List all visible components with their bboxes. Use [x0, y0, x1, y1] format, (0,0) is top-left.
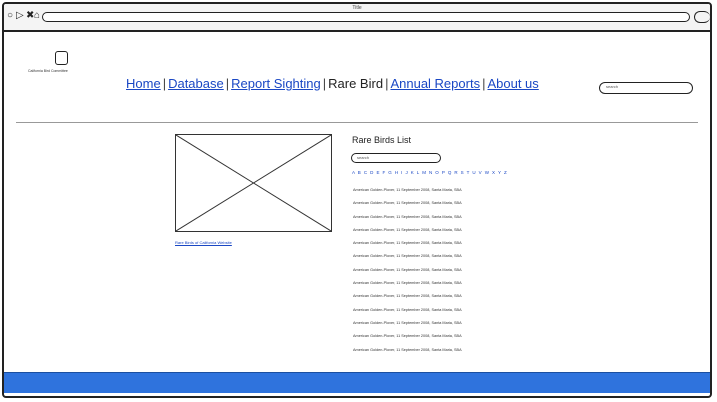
list-item[interactable]: American Golden-Plover, 11 September 200… [353, 320, 462, 333]
header-search-placeholder: search [606, 84, 619, 89]
nav-report-sighting[interactable]: Report Sighting [231, 76, 321, 91]
header-search-input[interactable]: search [599, 82, 693, 94]
list-item[interactable]: American Golden-Plover, 11 September 200… [353, 240, 462, 253]
list-item[interactable]: American Golden-Plover, 11 September 200… [353, 253, 462, 266]
list-search-placeholder: search [357, 155, 370, 160]
logo-text: California Bird Committee [28, 69, 68, 73]
list-item[interactable]: American Golden-Plover, 11 September 200… [353, 280, 462, 293]
nav-about-us[interactable]: About us [487, 76, 538, 91]
footer-bar [4, 372, 710, 393]
browser-window: Title ○ ▷ ✖ ⌂ California Bird Committee … [2, 2, 712, 398]
list-title: Rare Birds List [352, 135, 412, 145]
nav-rare-bird[interactable]: Rare Bird [328, 76, 383, 91]
search-bar-edge[interactable] [694, 11, 710, 23]
list-item[interactable]: American Golden-Plover, 11 September 200… [353, 187, 462, 200]
url-bar[interactable] [42, 12, 690, 22]
forward-icon[interactable]: ▷ [16, 11, 24, 21]
list-item[interactable]: American Golden-Plover, 11 September 200… [353, 227, 462, 240]
list-item[interactable]: American Golden-Plover, 11 September 200… [353, 267, 462, 280]
alphabet-index[interactable]: A B C D E F G H I J K L M N O P Q R S T … [352, 170, 508, 175]
header-divider [16, 122, 698, 123]
placeholder-cross-icon [176, 135, 331, 231]
list-item[interactable]: American Golden-Plover, 11 September 200… [353, 293, 462, 306]
main-nav: Home | Database | Report Sighting | Rare Bird |… [126, 76, 539, 91]
nav-home[interactable]: Home [126, 76, 161, 91]
list-item[interactable]: American Golden-Plover, 11 September 200… [353, 214, 462, 227]
home-icon[interactable]: ⌂ [34, 11, 40, 21]
nav-annual-reports[interactable]: Annual Reports [390, 76, 480, 91]
browser-toolbar: Title ○ ▷ ✖ ⌂ [4, 4, 710, 32]
list-item[interactable]: American Golden-Plover, 11 September 200… [353, 307, 462, 320]
back-icon[interactable]: ○ [7, 11, 13, 21]
list-item[interactable]: American Golden-Plover, 11 September 200… [353, 347, 462, 360]
logo[interactable] [55, 51, 68, 65]
window-title: Title [352, 5, 362, 11]
list-item[interactable]: American Golden-Plover, 11 September 200… [353, 200, 462, 213]
image-link[interactable]: Rare Birds of California Website [175, 240, 232, 245]
list-search-input[interactable]: search [351, 153, 441, 163]
nav-database[interactable]: Database [168, 76, 224, 91]
bird-list: American Golden-Plover, 11 September 200… [353, 187, 462, 360]
image-placeholder [175, 134, 332, 232]
list-item[interactable]: American Golden-Plover, 11 September 200… [353, 333, 462, 346]
